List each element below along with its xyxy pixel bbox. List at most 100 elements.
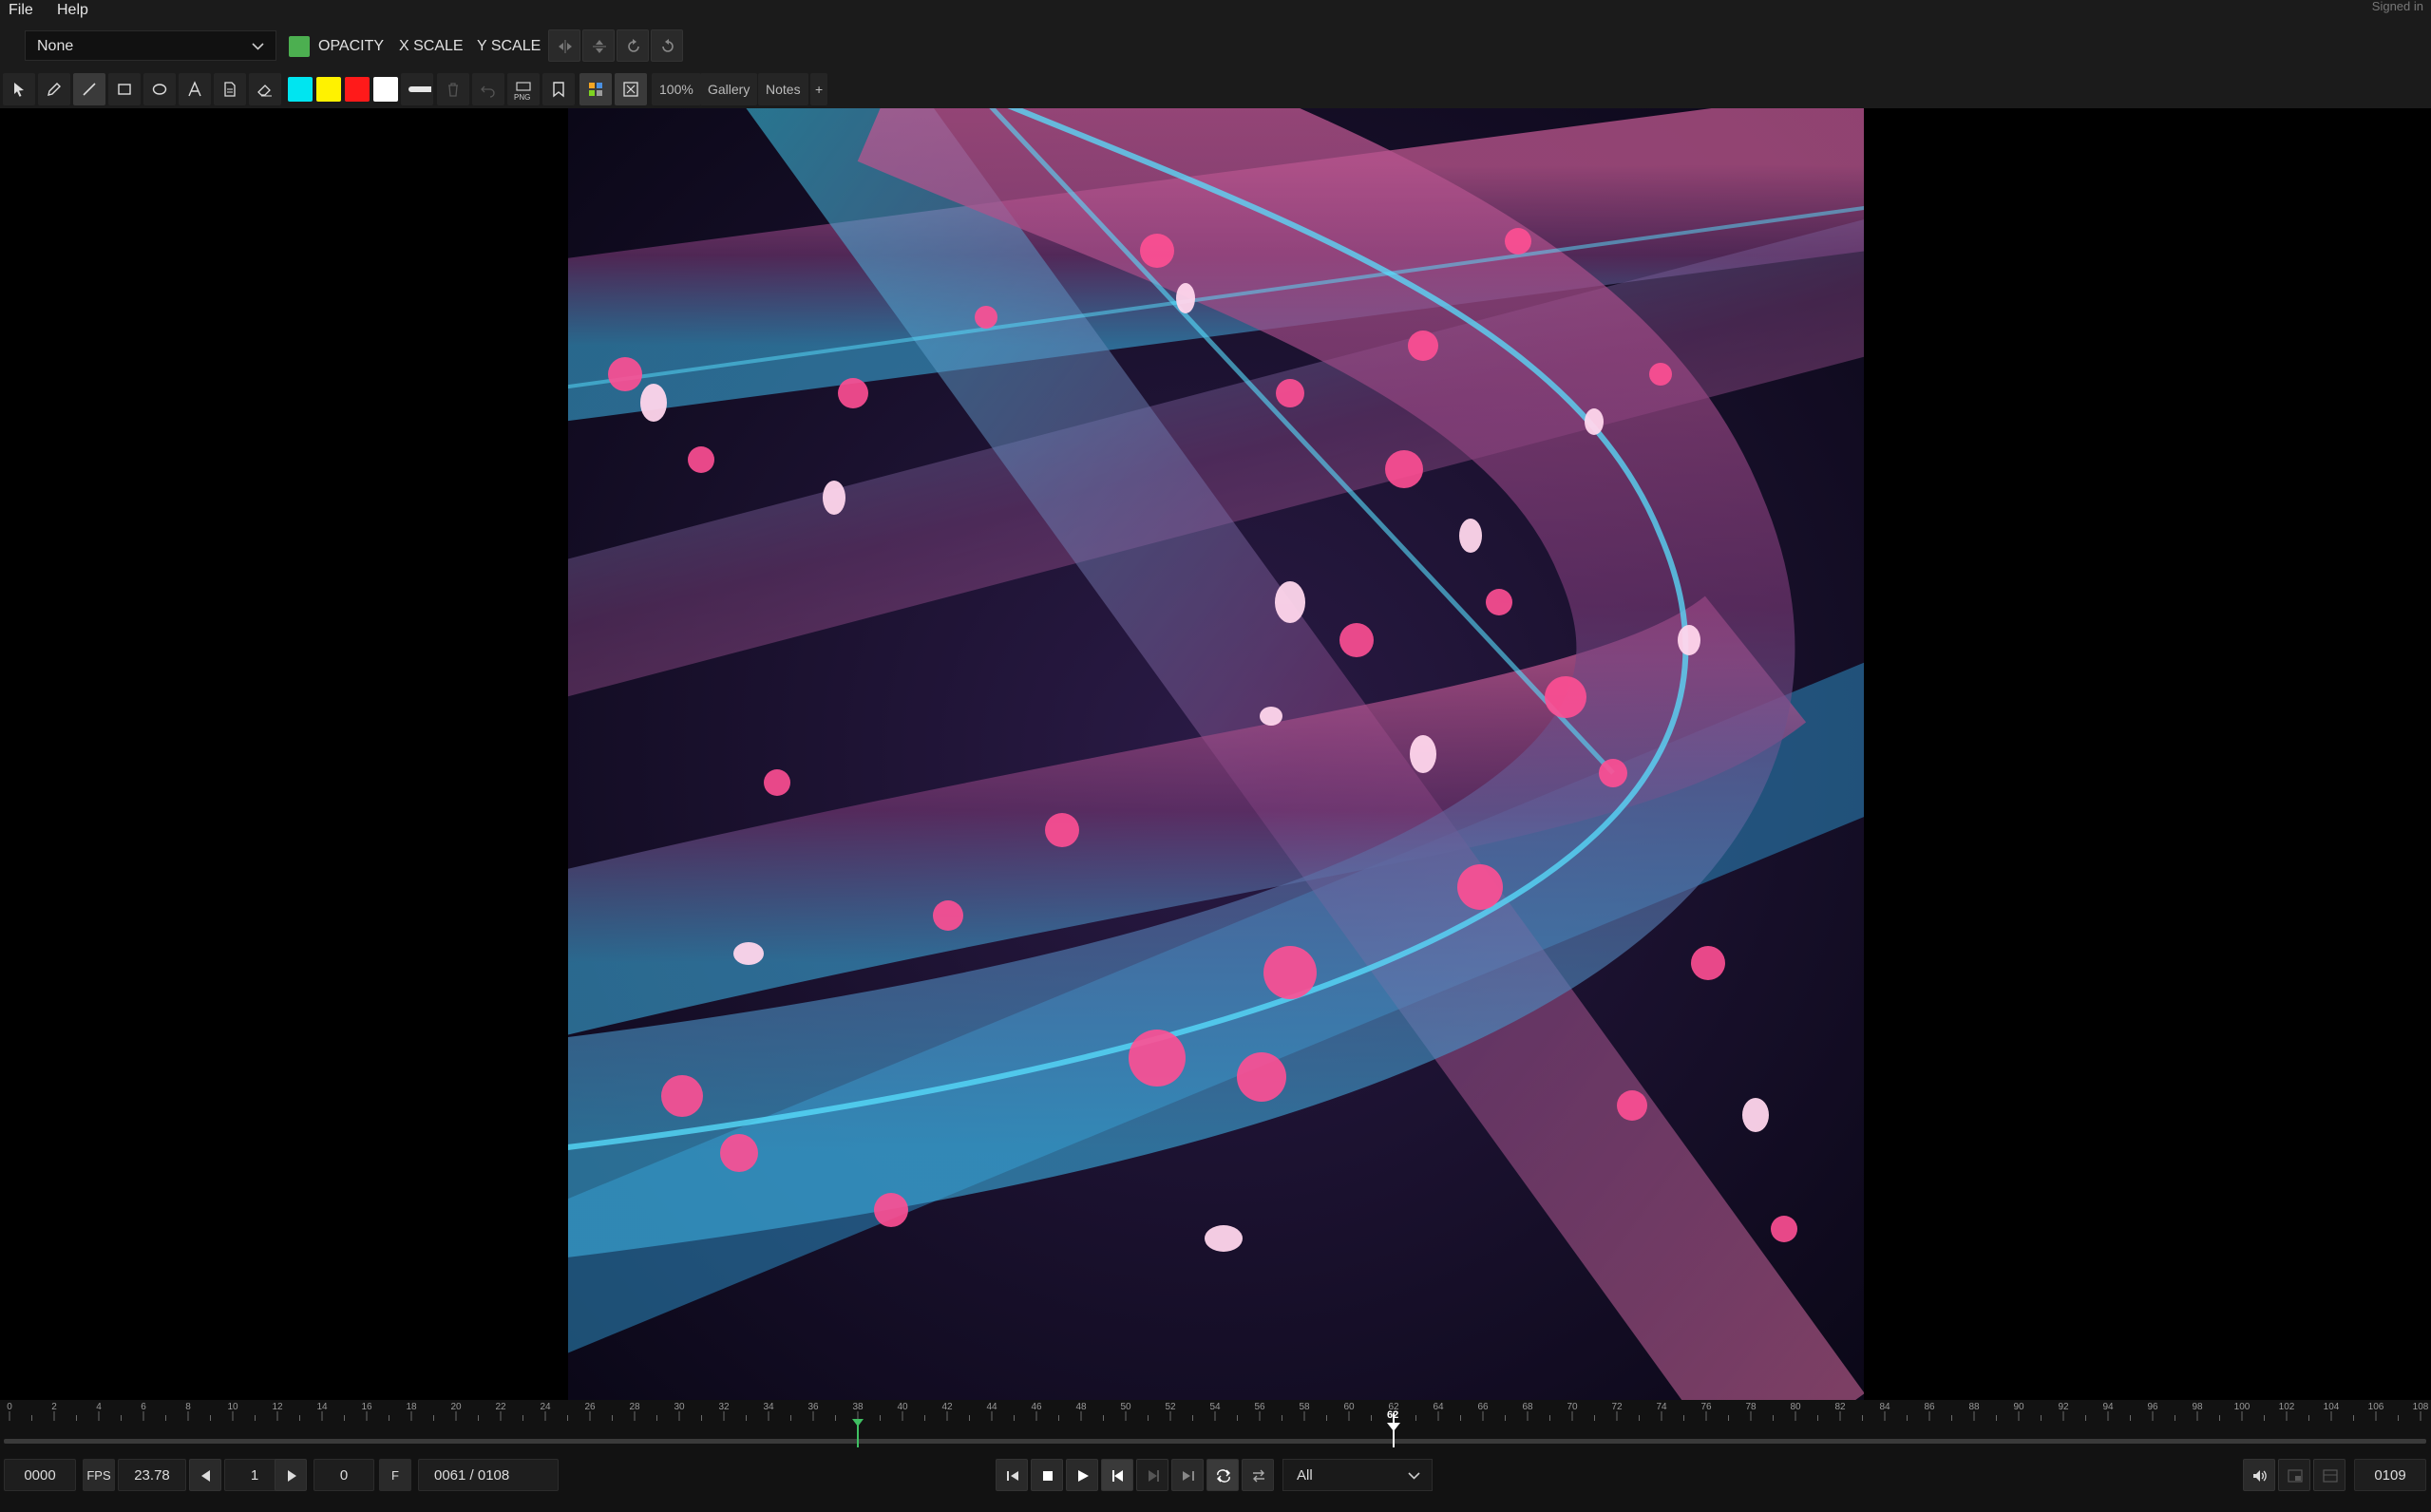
layout-icon <box>2323 1469 2338 1483</box>
ellipse-icon <box>152 84 167 95</box>
timeline-tick-label: 76 <box>1700 1402 1712 1412</box>
fps-input[interactable]: 23.78 <box>118 1459 186 1491</box>
timeline-tick-label: 22 <box>495 1402 506 1412</box>
layer-color-swatch[interactable] <box>289 36 310 57</box>
ellipse-tool[interactable] <box>143 73 176 105</box>
line-tool[interactable] <box>73 73 105 105</box>
speaker-icon <box>2253 1470 2267 1482</box>
eraser-tool[interactable] <box>249 73 281 105</box>
timeline-tick-label: 104 <box>2324 1402 2340 1412</box>
viewer-canvas[interactable] <box>0 108 2431 1400</box>
step-forward-button[interactable] <box>275 1459 307 1491</box>
rotate-button[interactable] <box>617 29 649 62</box>
play-button[interactable] <box>1066 1459 1098 1491</box>
frame-mode-button[interactable]: F <box>379 1459 411 1491</box>
next-keyframe-button[interactable] <box>1136 1459 1168 1491</box>
loop-button[interactable] <box>1206 1459 1239 1491</box>
bookmark-button[interactable] <box>542 73 575 105</box>
timeline-tick-label: 74 <box>1656 1402 1667 1412</box>
stroke-width-icon <box>408 86 431 92</box>
timeline-tick-label: 88 <box>1968 1402 1980 1412</box>
line-icon <box>83 83 96 96</box>
timeline-tick-label: 38 <box>852 1402 864 1412</box>
offset-input[interactable]: 0 <box>313 1459 374 1491</box>
grid-view-button[interactable] <box>579 73 612 105</box>
note-icon <box>224 82 236 97</box>
loop-icon <box>1217 1469 1230 1483</box>
timeline-tick-label: 20 <box>450 1402 462 1412</box>
note-tool[interactable] <box>214 73 246 105</box>
go-to-start-button[interactable] <box>996 1459 1028 1491</box>
timeline-ruler: 0 2 4 6 8 10 12 14 16 18 20 22 24 26 28 30 32 34 36 38 40 42 4… <box>7 1402 2429 1421</box>
timeline-tick-label: 0 <box>7 1402 12 1412</box>
timeline-tick-label: 80 <box>1790 1402 1801 1412</box>
stop-button[interactable] <box>1031 1459 1063 1491</box>
pip-icon <box>2288 1469 2303 1483</box>
timeline-tick-label: 72 <box>1611 1402 1623 1412</box>
reset-transform-button[interactable] <box>651 29 683 62</box>
play-backward-button[interactable] <box>1101 1459 1133 1491</box>
ping-pong-button[interactable] <box>1242 1459 1274 1491</box>
color-cyan[interactable] <box>288 77 313 102</box>
timeline-tick-label: 52 <box>1165 1402 1176 1412</box>
delete-button[interactable] <box>437 73 469 105</box>
gallery-button[interactable]: Gallery <box>700 73 758 105</box>
timeline-tick-label: 92 <box>2058 1402 2069 1412</box>
layout-button[interactable] <box>2313 1459 2346 1491</box>
text-tool[interactable] <box>179 73 211 105</box>
opacity-label[interactable]: OPACITY <box>318 37 384 56</box>
timeline-tick-label: 90 <box>2013 1402 2024 1412</box>
menu-help[interactable]: Help <box>57 0 88 21</box>
grid-icon <box>589 83 602 96</box>
go-to-end-button[interactable] <box>1171 1459 1204 1491</box>
timeline-tick-label: 70 <box>1567 1402 1578 1412</box>
timeline-tick-label: 14 <box>316 1402 328 1412</box>
end-frame-field[interactable]: 0109 <box>2354 1459 2426 1491</box>
y-scale-label[interactable]: Y SCALE <box>477 37 541 56</box>
layer-select[interactable]: None <box>25 30 276 61</box>
timeline-tick-label: 24 <box>540 1402 551 1412</box>
chevron-down-icon <box>1408 1472 1420 1480</box>
color-white[interactable] <box>373 77 398 102</box>
timeline[interactable]: 0 2 4 6 8 10 12 14 16 18 20 22 24 26 28 30 32 34 36 38 40 42 4… <box>0 1400 2431 1455</box>
picture-in-picture-button[interactable] <box>2278 1459 2310 1491</box>
triangle-left-icon <box>201 1470 210 1482</box>
rectangle-tool[interactable] <box>108 73 141 105</box>
volume-button[interactable] <box>2243 1459 2275 1491</box>
start-frame-field[interactable]: 0000 <box>4 1459 76 1491</box>
timeline-tick-label: 48 <box>1075 1402 1087 1412</box>
reverse-step-icon <box>1112 1470 1123 1482</box>
timeline-tick-label: 106 <box>2368 1402 2384 1412</box>
color-red[interactable] <box>345 77 370 102</box>
stroke-width-button[interactable] <box>401 73 433 105</box>
timeline-tick-label: 10 <box>227 1402 238 1412</box>
undo-button[interactable] <box>472 73 504 105</box>
draw-toolbar: PNG 100% Gallery Notes + <box>0 70 2431 108</box>
text-icon <box>188 81 201 97</box>
menu-file[interactable]: File <box>9 0 33 21</box>
timeline-tick-label: 2 <box>51 1402 57 1412</box>
timeline-track[interactable] <box>4 1439 2426 1444</box>
fit-view-button[interactable] <box>615 73 647 105</box>
add-button[interactable]: + <box>810 73 828 105</box>
timeline-tick-label: 12 <box>272 1402 283 1412</box>
signed-in-status: Signed in <box>2371 0 2423 13</box>
pointer-tool[interactable] <box>3 73 35 105</box>
step-back-button[interactable] <box>189 1459 221 1491</box>
color-yellow[interactable] <box>316 77 341 102</box>
frame-image <box>568 108 1864 1400</box>
timeline-tick-label: 98 <box>2192 1402 2203 1412</box>
chevron-down-icon <box>252 43 264 50</box>
timeline-tick-label: 34 <box>763 1402 774 1412</box>
playback-range-value: All <box>1297 1467 1313 1484</box>
notes-button[interactable]: Notes <box>758 73 808 105</box>
zoom-level[interactable]: 100% <box>652 73 701 105</box>
playback-range-select[interactable]: All <box>1282 1459 1433 1491</box>
export-png-button[interactable]: PNG <box>507 73 540 105</box>
pencil-tool[interactable] <box>38 73 70 105</box>
flip-vertical-button[interactable] <box>582 29 615 62</box>
flip-horizontal-button[interactable] <box>548 29 580 62</box>
x-scale-label[interactable]: X SCALE <box>399 37 464 56</box>
timeline-tick-label: 100 <box>2234 1402 2251 1412</box>
fps-button[interactable]: FPS <box>83 1459 115 1491</box>
